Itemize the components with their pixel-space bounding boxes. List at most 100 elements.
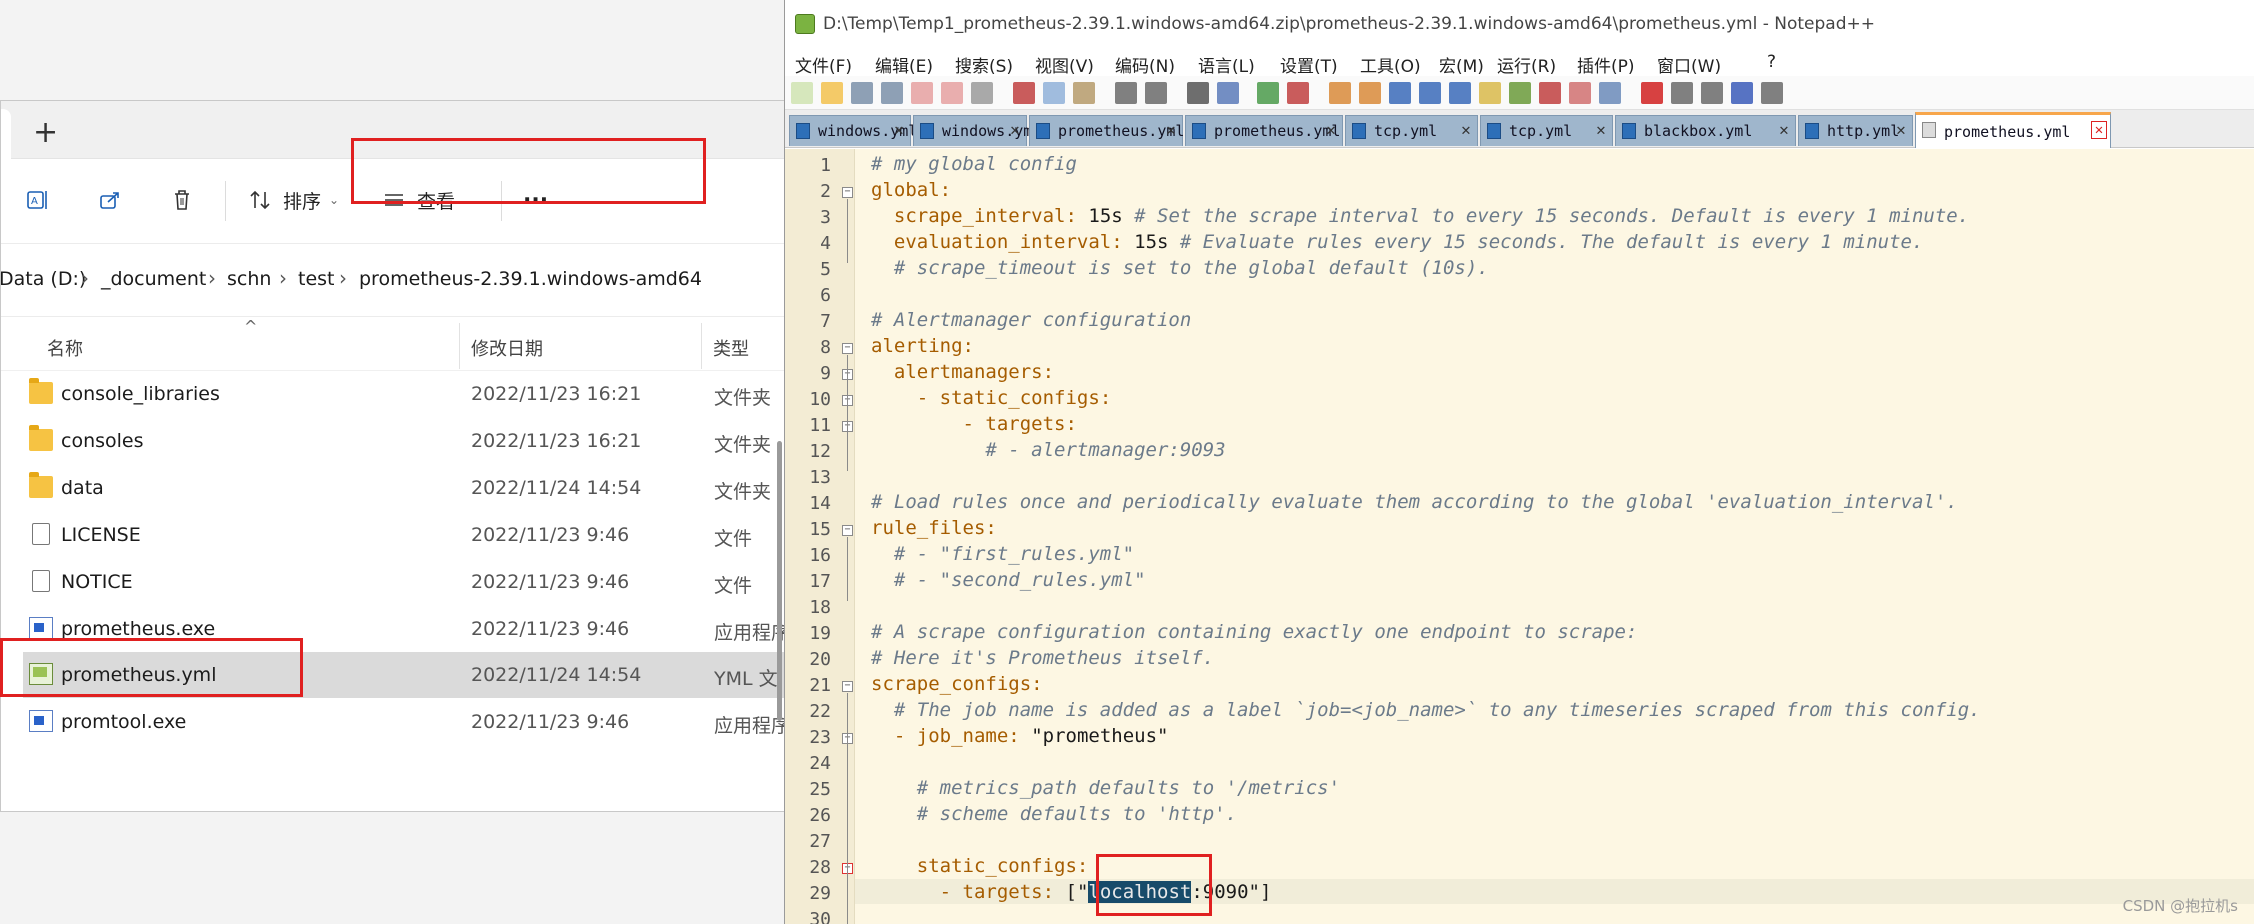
tab-http-yml[interactable]: http.yml ✕ <box>1798 115 1913 146</box>
close-icon[interactable] <box>911 82 933 104</box>
code-line[interactable]: evaluation_interval: 15s # Evaluate rule… <box>871 231 1924 253</box>
code-line[interactable]: - targets: <box>871 413 1077 435</box>
code-line[interactable]: # scrape_timeout is set to the global de… <box>871 257 1489 279</box>
close-tab-icon[interactable]: ✕ <box>1593 121 1609 139</box>
function-list-icon[interactable] <box>1509 82 1531 104</box>
breadcrumb-item[interactable]: test <box>298 268 335 290</box>
sort-button[interactable]: 排序 ⌄ <box>247 181 339 219</box>
code-line[interactable]: - static_configs: <box>871 387 1112 409</box>
column-divider[interactable] <box>701 323 702 369</box>
menu-item[interactable]: 视图(V) <box>1035 52 1094 77</box>
tab-prometheus-yml[interactable]: prometheus.yml ✕ <box>1185 115 1343 146</box>
code-line[interactable]: # my global config <box>871 153 1077 175</box>
code-line[interactable]: rule_files: <box>871 517 997 539</box>
breadcrumb-drive[interactable]: Data (D:) <box>1 268 86 290</box>
menu-item[interactable]: 运行(R) <box>1497 52 1556 77</box>
code-editor[interactable]: 1 2 3 4 5 6 7 8 9 10 11 12 13 14 15 16 17 18 19 20 21 22 23 24 2… <box>785 149 2254 924</box>
stop-record-icon[interactable] <box>1671 82 1693 104</box>
menu-item[interactable]: 插件(P) <box>1577 52 1635 77</box>
monitoring-icon[interactable] <box>1569 82 1591 104</box>
tab-prometheus-yml[interactable]: prometheus.yml ✕ <box>1029 115 1184 146</box>
indent-guide-icon[interactable] <box>1449 82 1471 104</box>
code-line[interactable]: # The job name is added as a label `job=… <box>871 699 1981 721</box>
code-line[interactable]: # metrics_path defaults to '/metrics' <box>871 777 1340 799</box>
fold-toggle-icon[interactable]: − <box>842 343 853 354</box>
menu-item[interactable]: 工具(O) <box>1360 52 1421 77</box>
tab-tcp-yml[interactable]: tcp.yml ✕ <box>1480 115 1613 146</box>
menu-item[interactable]: 编辑(E) <box>875 52 933 77</box>
zoom-in-icon[interactable] <box>1257 82 1279 104</box>
code-line[interactable]: global: <box>871 179 951 201</box>
undo-icon[interactable] <box>1115 82 1137 104</box>
menu-item[interactable]: 宏(M) <box>1439 52 1484 77</box>
column-header-name[interactable]: 名称 <box>47 335 83 361</box>
rename-button[interactable]: A <box>25 181 51 219</box>
file-row[interactable]: LICENSE 2022/11/23 9:46 文件 <box>23 512 785 558</box>
code-line[interactable]: static_configs: <box>871 855 1089 877</box>
menu-item[interactable]: 文件(F) <box>795 52 852 77</box>
column-divider[interactable] <box>459 323 460 369</box>
fold-toggle-icon[interactable]: − <box>842 525 853 536</box>
find-icon[interactable] <box>1187 82 1209 104</box>
code-line[interactable]: # Load rules once and periodically evalu… <box>871 491 1958 513</box>
share-button[interactable] <box>97 181 123 219</box>
save-macro-icon[interactable] <box>1761 82 1783 104</box>
new-file-icon[interactable] <box>791 82 813 104</box>
menu-item[interactable]: 语言(L) <box>1198 52 1255 77</box>
breadcrumb-item[interactable]: _document <box>101 268 206 290</box>
save-all-icon[interactable] <box>881 82 903 104</box>
file-row[interactable]: promtool.exe 2022/11/23 9:46 应用程序 <box>23 699 785 745</box>
show-all-chars-icon[interactable] <box>1419 82 1441 104</box>
copy-icon[interactable] <box>1043 82 1065 104</box>
code-line[interactable]: scrape_interval: 15s # Set the scrape in… <box>871 205 1969 227</box>
code-line[interactable]: # - alertmanager:9093 <box>871 439 1225 461</box>
fold-toggle-icon[interactable]: − <box>842 681 853 692</box>
vertical-scrollbar[interactable] <box>777 441 782 721</box>
close-tab-icon[interactable]: ✕ <box>1776 121 1792 139</box>
address-bar[interactable]: Data (D:) › _document › schn › test › pr… <box>1 244 785 317</box>
menu-item[interactable]: ? <box>1767 52 1776 72</box>
menu-item[interactable]: 设置(T) <box>1280 52 1338 77</box>
play-macro-icon[interactable] <box>1701 82 1723 104</box>
column-header-type[interactable]: 类型 <box>713 335 749 361</box>
run-macro-multiple-icon[interactable] <box>1731 82 1753 104</box>
print-icon[interactable] <box>971 82 993 104</box>
folder-workspace-icon[interactable] <box>1539 82 1561 104</box>
cut-icon[interactable] <box>1013 82 1035 104</box>
file-row[interactable]: data 2022/11/24 14:54 文件夹 <box>23 465 785 511</box>
code-line[interactable]: # Alertmanager configuration <box>871 309 1191 331</box>
menu-item[interactable]: 搜索(S) <box>955 52 1013 77</box>
breadcrumb-current[interactable]: prometheus-2.39.1.windows-amd64 <box>359 268 702 290</box>
column-header-date[interactable]: 修改日期 <box>471 335 543 361</box>
replace-icon[interactable] <box>1217 82 1239 104</box>
delete-button[interactable] <box>169 181 195 219</box>
close-tab-icon[interactable]: ✕ <box>891 121 907 139</box>
code-line[interactable]: # - "second_rules.yml" <box>871 569 1146 591</box>
redo-icon[interactable] <box>1145 82 1167 104</box>
code-line[interactable]: # A scrape configuration containing exac… <box>871 621 1637 643</box>
fold-toggle-icon[interactable]: − <box>842 187 853 198</box>
paste-icon[interactable] <box>1073 82 1095 104</box>
close-tab-icon[interactable]: ✕ <box>1323 121 1339 139</box>
tab-tcp-yml[interactable]: tcp.yml ✕ <box>1345 115 1478 146</box>
doc-map-icon[interactable] <box>1479 82 1501 104</box>
close-tab-icon[interactable]: ✕ <box>1893 121 1909 139</box>
file-row[interactable]: console_libraries 2022/11/23 16:21 文件夹 <box>23 371 785 417</box>
code-line[interactable]: # Here it's Prometheus itself. <box>871 647 1214 669</box>
code-line[interactable]: alerting: <box>871 335 974 357</box>
menu-item[interactable]: 窗口(W) <box>1657 52 1721 77</box>
code-line[interactable]: # scheme defaults to 'http'. <box>871 803 1237 825</box>
tab-windows-yml[interactable]: windows.yml ✕ <box>789 115 917 146</box>
code-line[interactable]: # - "first_rules.yml" <box>871 543 1134 565</box>
preview-icon[interactable] <box>1599 82 1621 104</box>
close-tab-icon[interactable]: ✕ <box>1458 121 1474 139</box>
tab-blackbox-yml[interactable]: blackbox.yml ✕ <box>1615 115 1796 146</box>
close-all-icon[interactable] <box>941 82 963 104</box>
word-wrap-icon[interactable] <box>1389 82 1411 104</box>
breadcrumb-item[interactable]: schn <box>227 268 271 290</box>
close-tab-icon[interactable]: ✕ <box>1163 121 1179 139</box>
code-line[interactable]: alertmanagers: <box>871 361 1054 383</box>
close-tab-icon[interactable]: ✕ <box>1007 121 1023 139</box>
record-macro-icon[interactable] <box>1641 82 1663 104</box>
new-tab-button[interactable]: + <box>33 115 58 150</box>
